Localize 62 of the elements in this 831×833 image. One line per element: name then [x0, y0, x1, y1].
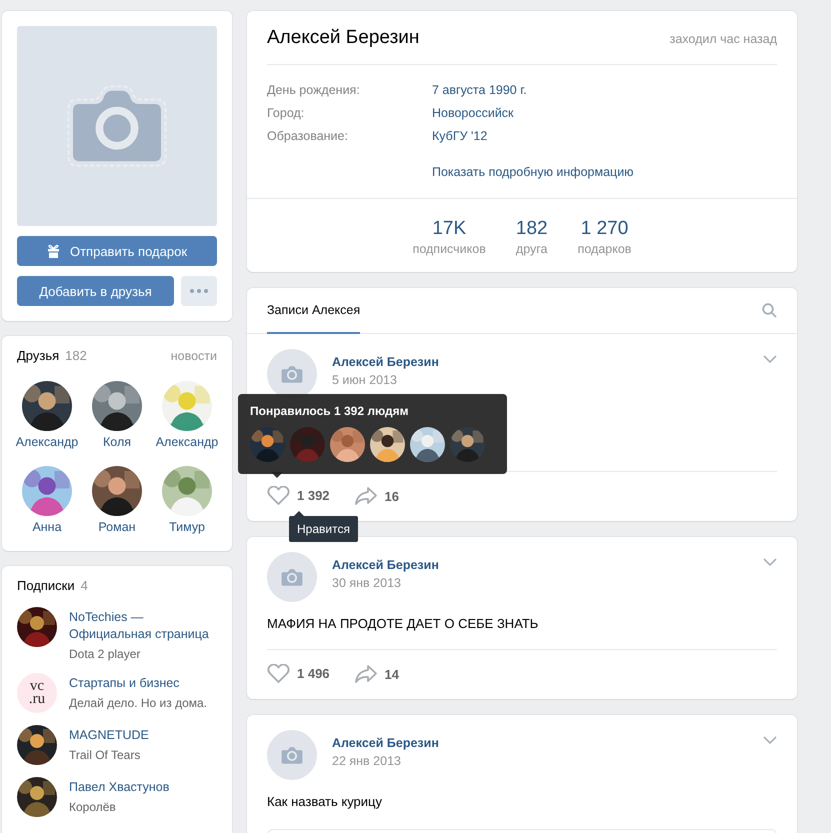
post-date: 5 июн 2013: [332, 373, 398, 387]
counter[interactable]: 182 друга: [516, 218, 548, 256]
block-title: Подписки: [17, 578, 75, 593]
info-value: КубГУ '12: [432, 129, 488, 143]
subscription-subtitle: Trail Of Tears: [69, 748, 142, 762]
add-friend-button[interactable]: Добавить в друзья: [17, 276, 174, 306]
post-author[interactable]: Алексей Березин: [332, 355, 748, 369]
block-title: Друзья: [17, 348, 60, 363]
info-value: 7 августа 1990 г.: [432, 83, 528, 97]
heart-icon: [267, 486, 290, 505]
send-gift-button[interactable]: Отправить подарок: [17, 236, 217, 266]
like-button[interactable]: 1 496: [267, 664, 330, 683]
heart-icon: [267, 664, 290, 683]
info-label: Образование:: [267, 129, 349, 143]
like-button[interactable]: 1 392: [267, 486, 330, 505]
chevron-down-icon[interactable]: [763, 736, 777, 744]
subscription-name[interactable]: Павел Хвастунов: [69, 779, 170, 796]
friend-item[interactable]: Анна: [12, 466, 82, 534]
subscription-subtitle: Dota 2 player: [69, 647, 142, 661]
subscription-name[interactable]: NoTechies — Официальная страница: [69, 609, 217, 643]
tooltip-title: Понравилось 1 392 людям: [250, 404, 410, 418]
friend-item[interactable]: Александр: [12, 381, 82, 449]
share-arrow-icon: [354, 486, 378, 506]
post-date: 30 янв 2013: [332, 576, 402, 590]
post-author[interactable]: Алексей Березин: [332, 558, 748, 572]
hint-tooltip: Нравится: [289, 516, 358, 542]
friend-item[interactable]: Александр: [152, 381, 222, 449]
profile-name: Алексей Березин: [267, 27, 420, 49]
info-label: День рождения:: [267, 83, 361, 97]
search-icon[interactable]: [762, 303, 777, 318]
more-button[interactable]: [181, 276, 217, 306]
post-date: 22 янв 2013: [332, 754, 402, 768]
post-text: МАФИЯ НА ПРОДОТЕ ДАЕТ О СЕБЕ ЗНАТЬ: [267, 615, 540, 633]
share-arrow-icon: [354, 664, 378, 684]
subscriptions-count: 4: [80, 578, 88, 593]
subscription-name[interactable]: MAGNETUDE: [69, 727, 149, 744]
last-seen: заходил час назад: [670, 32, 777, 46]
subscription-subtitle: Королёв: [69, 800, 117, 814]
more-info-link[interactable]: Показать подробную информацию: [432, 165, 797, 198]
camera-icon: [279, 364, 305, 384]
gift-icon: [46, 244, 60, 258]
post-author[interactable]: Алексей Березин: [332, 736, 748, 750]
chevron-down-icon[interactable]: [763, 558, 777, 566]
camera-icon: [279, 744, 305, 766]
post-text: Как назвать курицу: [267, 793, 383, 811]
logo: vc .ru: [17, 673, 57, 713]
counter[interactable]: 1 270 подарков: [578, 218, 632, 256]
info-label: Город:: [267, 106, 306, 120]
info-value: Новороссийск: [432, 106, 515, 120]
friend-item[interactable]: Тимур: [152, 466, 222, 534]
friend-item[interactable]: Коля: [82, 381, 152, 449]
chevron-down-icon[interactable]: [763, 355, 777, 363]
counter[interactable]: 17K подписчиков: [412, 218, 486, 256]
wall-tab[interactable]: Записи Алексея: [267, 288, 360, 334]
camera-icon: [279, 566, 305, 588]
friends-count: 182: [65, 348, 87, 363]
subscription-name[interactable]: Стартапы и бизнес: [69, 675, 208, 692]
share-button[interactable]: 14: [354, 664, 400, 684]
dots-icon: [190, 289, 208, 293]
friend-item[interactable]: Роман: [82, 466, 152, 534]
share-button[interactable]: 16: [354, 486, 400, 506]
subscription-subtitle: Делай дело. Но из дома.: [69, 696, 208, 710]
